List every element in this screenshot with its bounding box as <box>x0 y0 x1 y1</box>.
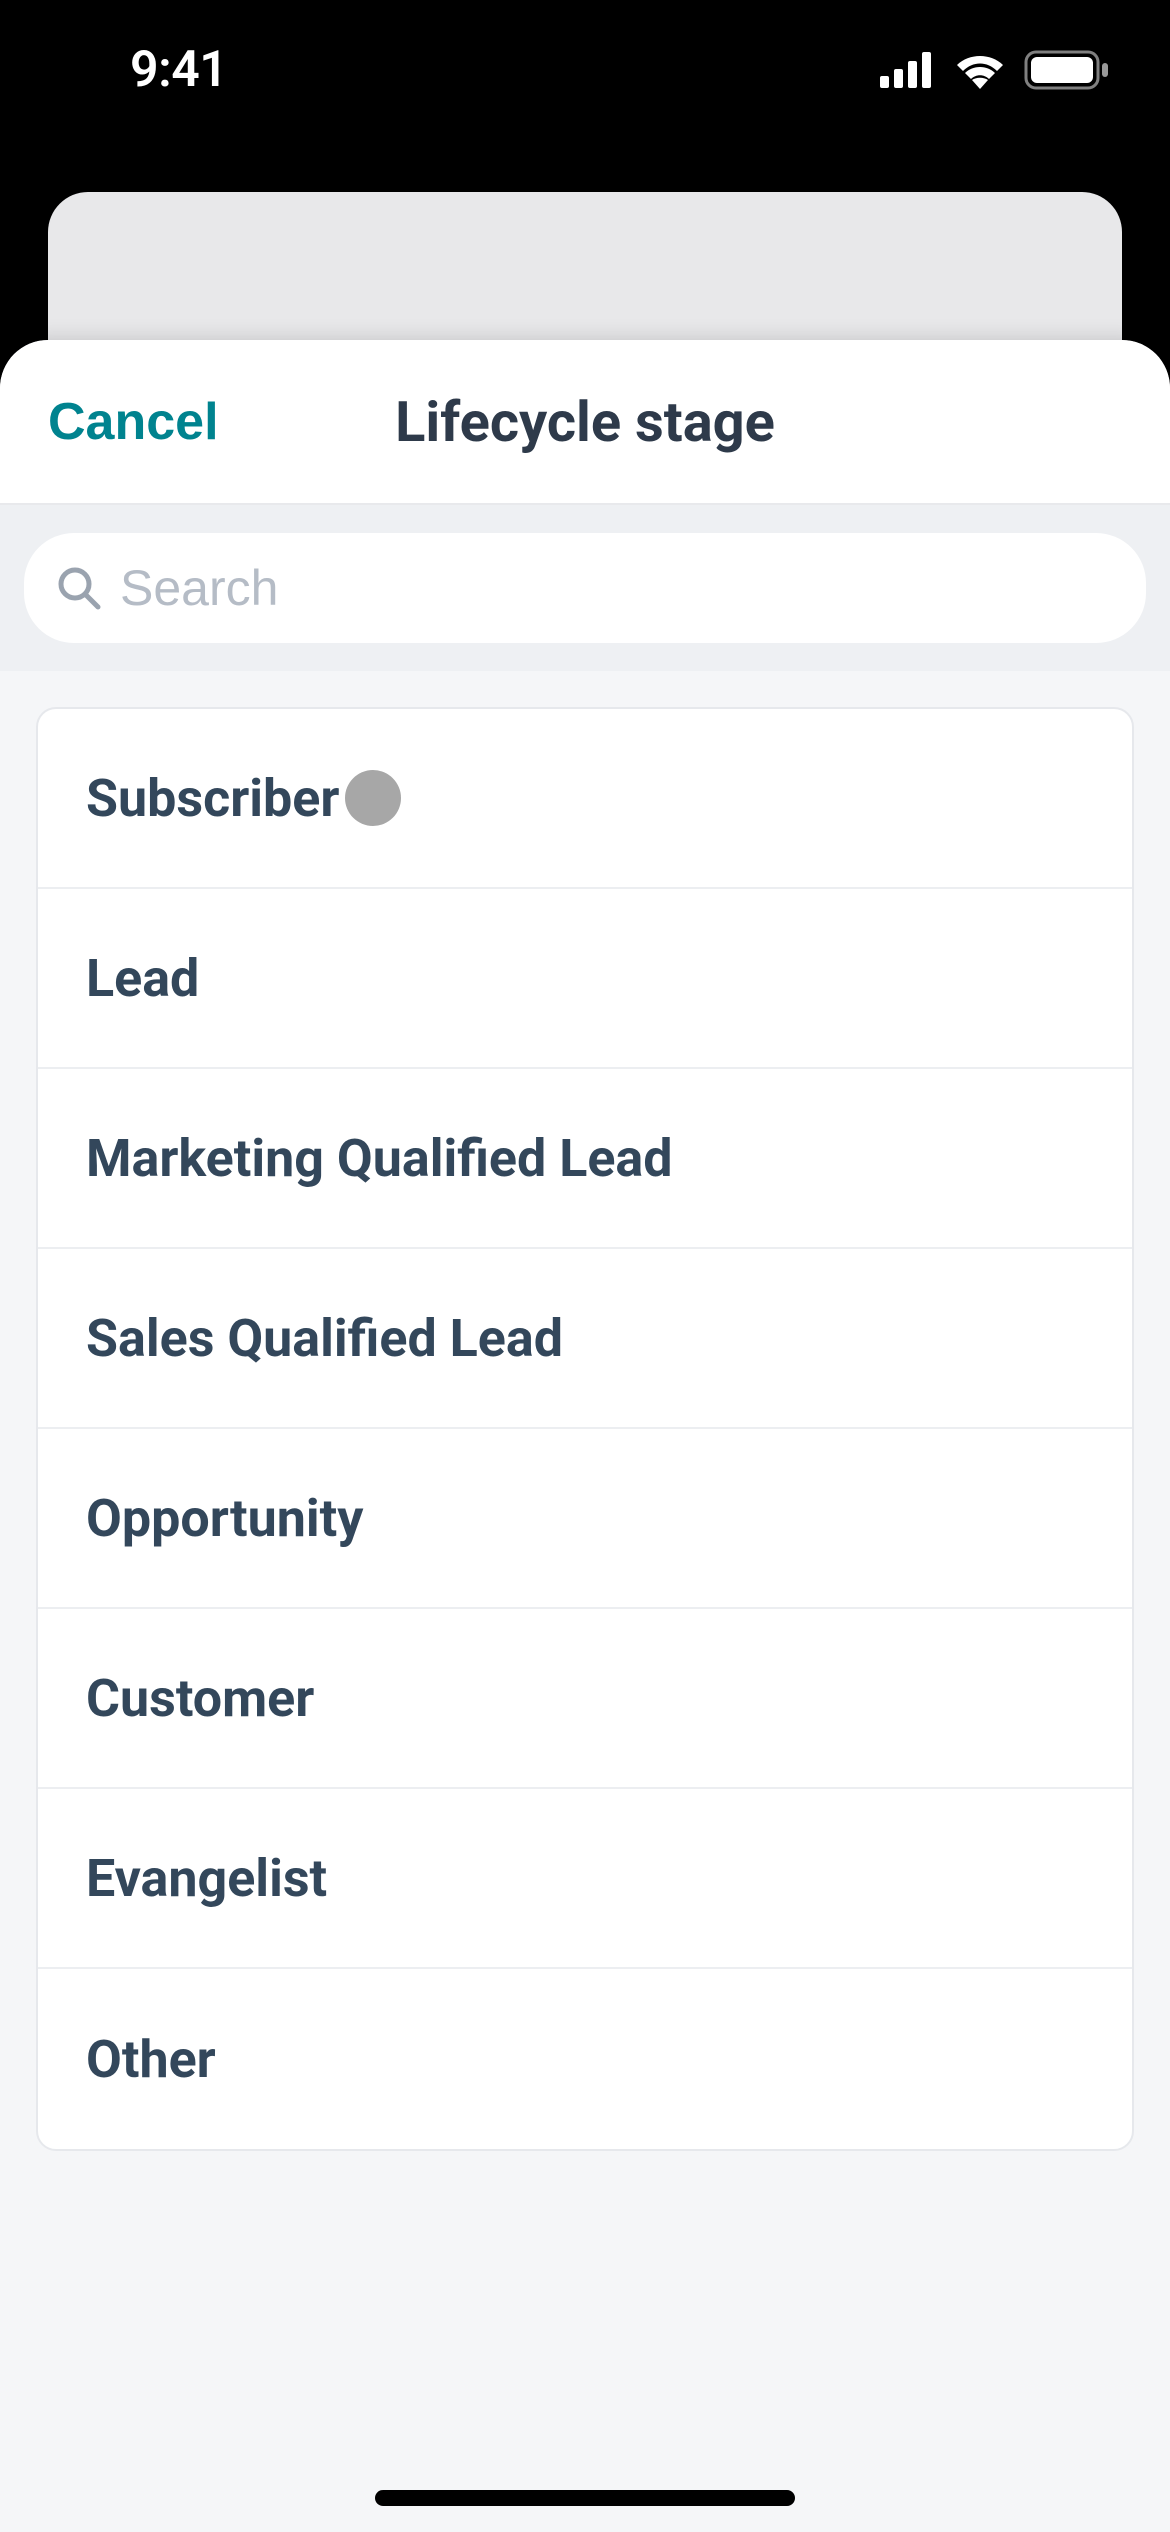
option-sales-qualified-lead[interactable]: Sales Qualified Lead <box>38 1249 1132 1429</box>
status-icons <box>880 50 1110 90</box>
option-label: Opportunity <box>86 1488 363 1549</box>
modal-sheet: Cancel Lifecycle stage Subscriber <box>0 340 1170 2532</box>
modal-header: Cancel Lifecycle stage <box>0 340 1170 505</box>
cellular-signal-icon <box>880 52 936 88</box>
search-container <box>0 505 1170 671</box>
search-input[interactable] <box>120 559 1114 617</box>
home-indicator[interactable] <box>375 2490 795 2506</box>
option-lead[interactable]: Lead <box>38 889 1132 1069</box>
options-wrap: Subscriber Lead Marketing Qualified Lead… <box>0 671 1170 2187</box>
option-label: Customer <box>86 1668 314 1729</box>
option-label: Lead <box>86 948 199 1009</box>
option-label: Sales Qualified Lead <box>86 1308 563 1369</box>
option-label: Marketing Qualified Lead <box>86 1128 673 1189</box>
wifi-icon <box>954 51 1006 89</box>
option-other[interactable]: Other <box>38 1969 1132 2149</box>
cancel-button[interactable]: Cancel <box>48 392 219 452</box>
search-icon <box>56 565 102 611</box>
option-evangelist[interactable]: Evangelist <box>38 1789 1132 1969</box>
option-marketing-qualified-lead[interactable]: Marketing Qualified Lead <box>38 1069 1132 1249</box>
option-label: Evangelist <box>86 1848 327 1909</box>
option-opportunity[interactable]: Opportunity <box>38 1429 1132 1609</box>
touch-indicator-icon <box>345 770 401 826</box>
device-frame: 9:41 <box>0 0 1170 2532</box>
option-customer[interactable]: Customer <box>38 1609 1132 1789</box>
status-time: 9:41 <box>130 41 227 99</box>
option-subscriber[interactable]: Subscriber <box>38 709 1132 889</box>
option-label: Other <box>86 2029 216 2090</box>
options-list: Subscriber Lead Marketing Qualified Lead… <box>36 707 1134 2151</box>
status-bar: 9:41 <box>0 0 1170 140</box>
option-label: Subscriber <box>86 768 339 829</box>
search-field[interactable] <box>24 533 1146 643</box>
battery-icon <box>1024 50 1110 90</box>
